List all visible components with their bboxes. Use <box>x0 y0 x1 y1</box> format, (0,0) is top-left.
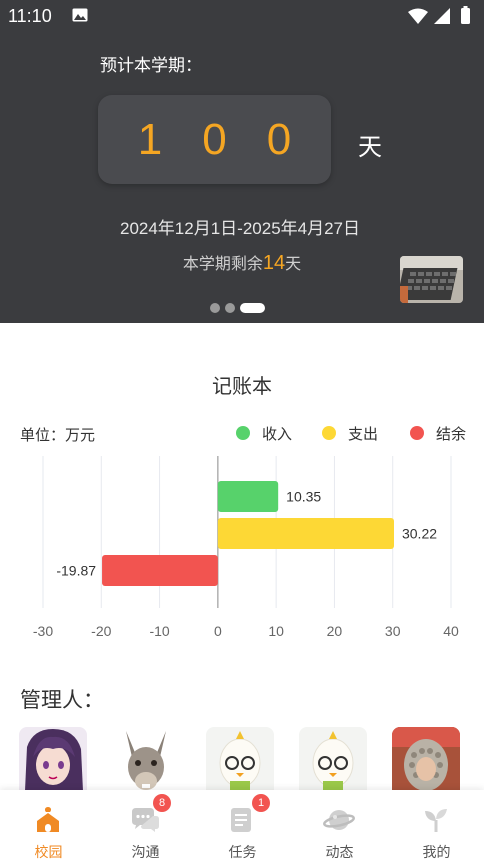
x-tick-label: -20 <box>91 623 111 639</box>
carousel-indicator[interactable] <box>210 303 265 313</box>
image-notification-icon <box>72 8 88 22</box>
photo-avatar[interactable] <box>392 727 460 791</box>
semester-header: 11:10 预计本学期： 1 0 0 天 2024年12月1日-2025年4月2… <box>0 0 484 323</box>
anime-character-avatar[interactable] <box>19 727 87 791</box>
egg-mascot-avatar[interactable] <box>299 727 367 791</box>
x-tick-label: 30 <box>385 623 401 639</box>
semester-date-range: 2024年12月1日-2025年4月27日 <box>119 219 361 238</box>
legend-item-income: 收入 <box>236 424 292 443</box>
legend-swatch <box>410 426 424 440</box>
campus-icon <box>37 807 59 832</box>
ledger-bar-chart: -30 -20 -10 0 10 20 30 40 10.35 30.22 -19.87 <box>33 456 459 639</box>
legend-swatch <box>236 426 250 440</box>
bar-balance <box>102 555 218 586</box>
x-tick-label: 10 <box>268 623 284 639</box>
x-tick-label: 20 <box>327 623 343 639</box>
unit-label: 单位：万元 <box>20 427 96 444</box>
bar-income <box>217 481 279 512</box>
chat-badge: 8 <box>153 794 171 812</box>
planet-icon <box>323 810 355 830</box>
estimate-label: 预计本学期： <box>100 56 202 75</box>
legend-swatch <box>322 426 336 440</box>
egg-mascot-avatar[interactable] <box>206 727 274 791</box>
counter-digit: 0 <box>202 114 227 164</box>
task-badge: 1 <box>252 794 270 812</box>
battery-icon <box>461 8 470 24</box>
nav-item-campus[interactable]: 校园 <box>0 790 97 865</box>
status-icons <box>408 6 470 24</box>
bar-value-label: -19.87 <box>56 563 96 579</box>
x-tick-label: -10 <box>149 623 169 639</box>
legend-item-balance: 结余 <box>410 424 466 443</box>
x-tick-label: -30 <box>33 623 53 639</box>
carousel-dot[interactable] <box>225 303 235 313</box>
ledger-title: 记账本 <box>212 376 272 398</box>
x-tick-label: 40 <box>443 623 459 639</box>
bar-value-label: 30.22 <box>402 526 437 542</box>
signal-icon <box>434 8 450 24</box>
counter-digit: 1 <box>137 114 163 164</box>
wifi-icon <box>408 8 428 24</box>
donkey-avatar[interactable] <box>112 727 180 791</box>
bar-expense <box>217 518 394 549</box>
counter-digit: 0 <box>266 114 292 164</box>
carousel-dot-active[interactable] <box>240 303 265 313</box>
managers-title: 管理人： <box>20 689 104 712</box>
sprout-icon <box>425 809 447 832</box>
status-time: 11:10 <box>8 6 52 26</box>
carousel-dot[interactable] <box>210 303 220 313</box>
nav-item-task[interactable]: 1 任务 <box>194 790 291 865</box>
remaining-days-number: 14 <box>262 252 286 274</box>
day-unit: 天 <box>358 134 382 161</box>
status-bar: 11:10 <box>0 0 484 32</box>
nav-item-moments[interactable]: 动态 <box>291 790 388 865</box>
nav-item-chat[interactable]: 8 沟通 <box>97 790 194 865</box>
bottom-navigation: 校园 8 沟通 1 任务 动态 我的 <box>0 790 484 865</box>
days-counter: 1 0 0 <box>98 95 331 184</box>
x-tick-label: 0 <box>214 623 222 639</box>
keyboard-photo-thumbnail[interactable] <box>400 256 463 303</box>
legend-item-expense: 支出 <box>322 424 378 443</box>
nav-item-mine[interactable]: 我的 <box>388 790 484 865</box>
bar-value-label: 10.35 <box>286 489 321 505</box>
